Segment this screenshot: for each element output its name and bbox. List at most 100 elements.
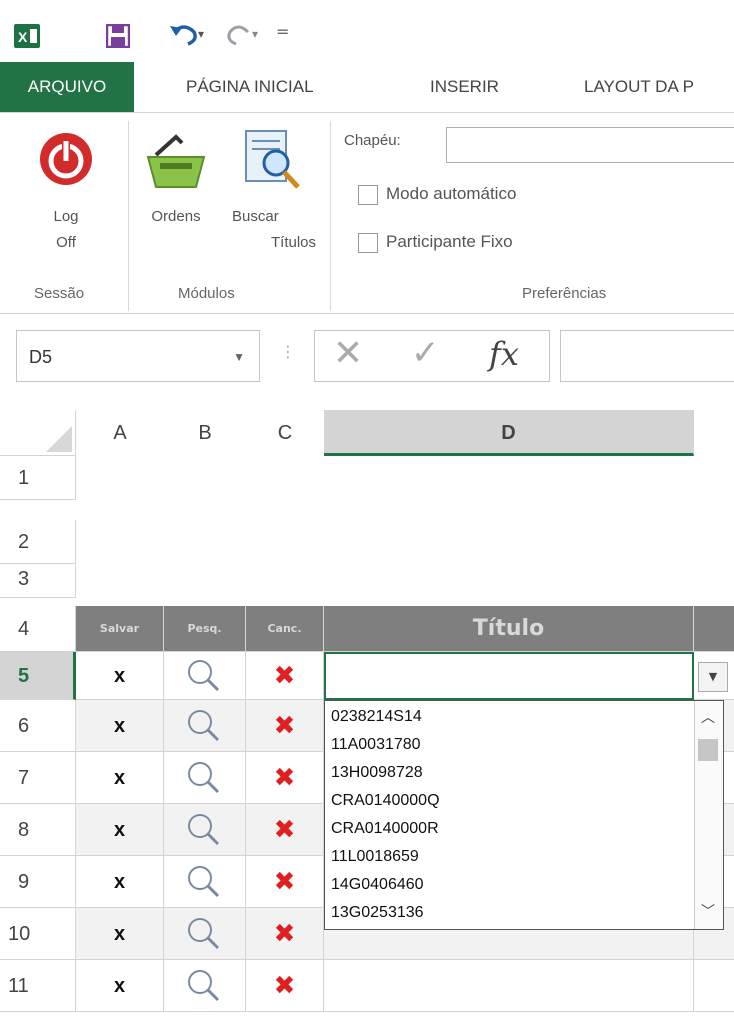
function-icon[interactable]: fx [489,335,519,373]
search-icon[interactable] [164,856,246,908]
header-cell-title: Título [324,606,694,652]
auto-mode-checkbox[interactable] [358,185,378,205]
dropdown-item[interactable]: 13G0253136 [331,899,424,927]
search-icon[interactable] [164,908,246,960]
header-cell-search: Pesq. [164,606,246,652]
row-header-7[interactable]: 7 [0,752,76,804]
cancel-icon[interactable]: ✖ [246,804,324,856]
row-header-1[interactable]: 1 [0,456,76,500]
row-header-10[interactable]: 10 [0,908,76,960]
save-mark-row-7[interactable]: x [76,752,164,804]
svg-text:▾: ▾ [252,27,258,41]
group-label-modulos: Módulos [178,285,235,302]
header-cell-cancel: Canc. [246,606,324,652]
save-icon[interactable] [105,23,131,49]
search-label-1: Buscar [232,208,279,225]
tab-arquivo[interactable]: ARQUIVO [0,62,134,112]
excel-icon[interactable]: X [14,24,40,48]
column-header-a[interactable]: A [76,410,165,456]
cancel-icon[interactable]: ✖ [246,856,324,908]
cancel-icon[interactable]: ✖ [246,960,324,1012]
row-header-6[interactable]: 6 [0,700,76,752]
orders-label: Ordens [151,208,201,225]
formula-input[interactable] [560,330,734,382]
merged-empty-area[interactable] [76,456,734,606]
scroll-up-icon[interactable]: ︿ [701,707,715,727]
search-label-2: Títulos [270,234,316,251]
validation-dropdown-list: 0238214S14 11A0031780 13H0098728 CRA0140000… [324,700,724,930]
row-header-2[interactable]: 2 [0,520,76,564]
formula-buttons: ✕ ✓ fx [314,330,550,382]
dropdown-item[interactable]: 14G0406460 [331,871,424,899]
fixed-participant-checkbox[interactable] [358,233,378,253]
search-icon[interactable] [164,752,246,804]
save-mark-row-11[interactable]: x [76,960,164,1012]
search-titles-button[interactable]: Buscar Títulos [230,127,320,277]
row-header-3[interactable]: 3 [0,564,76,598]
group-label-sessao: Sessão [34,285,85,302]
save-mark-row-9[interactable]: x [76,856,164,908]
tab-layout[interactable]: LAYOUT DA P [584,62,694,112]
hat-label: Chapéu: [344,132,401,149]
search-icon[interactable] [164,700,246,752]
column-header-e[interactable] [694,410,734,456]
active-cell-d5[interactable] [324,652,694,700]
chevron-down-icon[interactable]: ▼ [233,331,245,383]
search-icon[interactable] [164,652,246,700]
search-icon[interactable] [164,804,246,856]
header-cell-save: Salvar [76,606,164,652]
formula-bar: D5 ▼ ⋮ ✕ ✓ fx [0,318,734,408]
drag-handle-icon[interactable]: ⋮ [280,342,296,361]
row-header-8[interactable]: 8 [0,804,76,856]
ribbon-tabs: ARQUIVO PÁGINA INICIAL INSERIR LAYOUT DA… [0,62,734,112]
logoff-button[interactable]: Log Off [16,131,116,281]
title-cell-row-11[interactable] [324,960,694,1012]
column-header-d[interactable]: D [324,410,694,456]
row-header-11[interactable]: 11 [0,960,76,1012]
scroll-thumb[interactable] [698,739,718,761]
dropdown-item[interactable]: 11A0031780 [331,731,421,759]
row-header-9[interactable]: 9 [0,856,76,908]
quick-access-toolbar: X ▾ ▾ = [0,0,734,60]
orders-button[interactable]: Ordens [140,127,230,277]
hat-input[interactable] [446,127,734,163]
ribbon: Log Off Sessão Ordens Buscar Títulos Mód… [0,112,734,314]
empty-cell-row-11[interactable] [694,960,734,1012]
search-icon[interactable] [164,960,246,1012]
group-separator [128,121,129,311]
header-cell-extra [694,606,734,652]
redo-icon[interactable]: ▾ [224,20,264,46]
save-mark-row-6[interactable]: x [76,700,164,752]
column-header-b[interactable]: B [164,410,247,456]
customize-icon[interactable]: = [276,22,292,46]
dropdown-item[interactable]: 11L0018659 [331,843,419,871]
dropdown-item[interactable]: 0238214S14 [331,703,422,731]
dropdown-scrollbar[interactable]: ︿ ﹀ [694,701,723,929]
group-separator [330,121,331,311]
name-box[interactable]: D5 ▼ [16,330,260,382]
row-header-5[interactable]: 5 [0,652,76,700]
enter-icon[interactable]: ✓ [411,333,440,373]
row-header-4[interactable]: 4 [0,606,76,652]
dropdown-arrow-button[interactable]: ▼ [698,662,728,692]
cancel-icon[interactable]: ✕ [333,333,363,374]
undo-icon[interactable]: ▾ [168,20,208,46]
dropdown-item[interactable]: 13H0098728 [331,759,423,787]
save-mark-row-5[interactable]: x [76,652,164,700]
tab-inserir[interactable]: INSERIR [430,62,499,112]
select-all-corner[interactable] [0,410,76,456]
tab-pagina-inicial[interactable]: PÁGINA INICIAL [186,62,314,112]
cancel-icon[interactable]: ✖ [246,700,324,752]
save-mark-row-10[interactable]: x [76,908,164,960]
dropdown-item[interactable]: CRA0140000R [331,815,439,843]
cancel-icon[interactable]: ✖ [246,652,324,700]
cancel-icon[interactable]: ✖ [246,908,324,960]
logoff-label-1: Log [53,208,79,225]
fixed-participant-label: Participante Fixo [386,232,513,251]
cancel-icon[interactable]: ✖ [246,752,324,804]
power-icon [38,131,94,187]
dropdown-item[interactable]: CRA0140000Q [331,787,440,815]
column-header-c[interactable]: C [246,410,325,456]
save-mark-row-8[interactable]: x [76,804,164,856]
scroll-down-icon[interactable]: ﹀ [701,901,715,921]
